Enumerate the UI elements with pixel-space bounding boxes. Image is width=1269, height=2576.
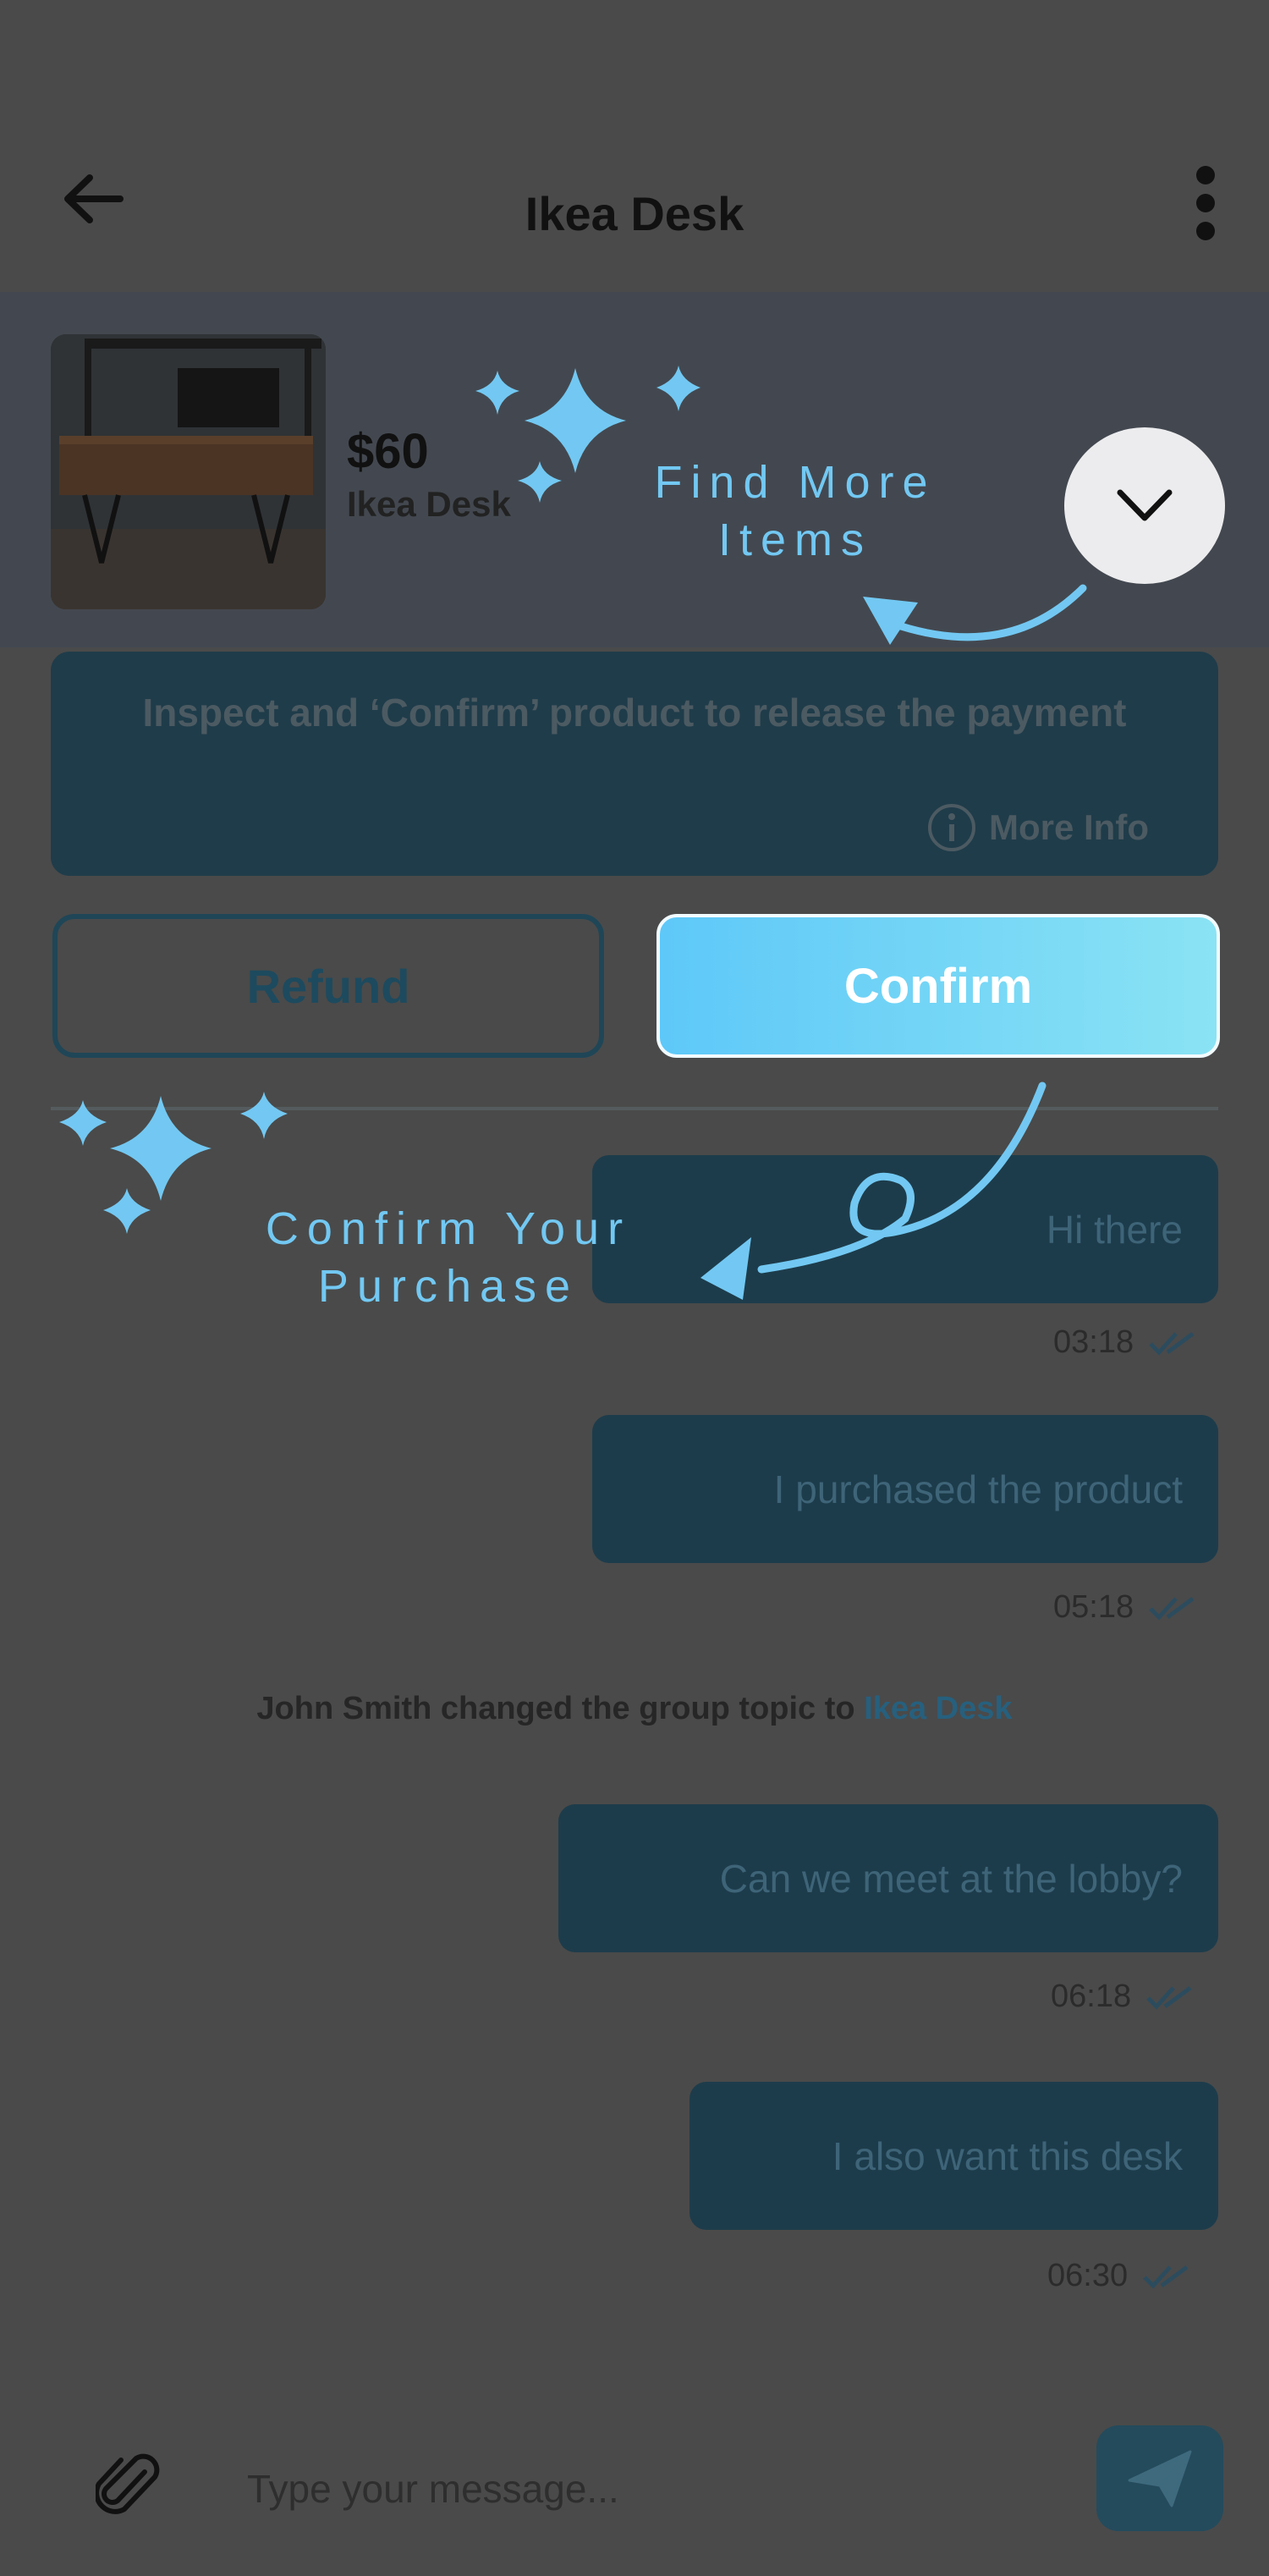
double-check-icon xyxy=(1149,1331,1195,1356)
message-time: 06:18 xyxy=(1051,1979,1132,2014)
message-meta: 05:18 xyxy=(1053,1589,1195,1626)
callout-line: Find More xyxy=(654,457,937,508)
system-message-topic[interactable]: Ikea Desk xyxy=(864,1691,1012,1726)
message-bubble[interactable]: Hi there xyxy=(592,1155,1218,1303)
info-text: Inspect and ‘Confirm’ product to release… xyxy=(142,691,1127,735)
message-bubble[interactable]: I purchased the product xyxy=(592,1415,1218,1563)
confirm-callout: Confirm Your Purchase xyxy=(228,1200,668,1315)
double-check-icon xyxy=(1146,1985,1192,2010)
attach-button[interactable] xyxy=(91,2444,168,2529)
message-text: I also want this desk xyxy=(832,2133,1183,2178)
double-check-icon xyxy=(1149,1596,1195,1621)
callout-line: Items xyxy=(717,515,873,565)
message-text: Can we meet at the lobby? xyxy=(719,1856,1183,1901)
message-time: 03:18 xyxy=(1053,1324,1134,1360)
sparkle-icon xyxy=(103,1188,151,1234)
message-bubble[interactable]: Can we meet at the lobby? xyxy=(558,1804,1218,1952)
page-title: Ikea Desk xyxy=(525,187,744,240)
paperclip-icon xyxy=(96,2453,160,2514)
callout-line: Confirm Your xyxy=(265,1203,632,1254)
refund-button[interactable]: Refund xyxy=(52,914,604,1058)
desk-photo-icon xyxy=(51,334,326,609)
expand-button[interactable] xyxy=(1064,427,1225,584)
sparkle-icon xyxy=(110,1096,212,1201)
kebab-menu-icon xyxy=(1196,166,1215,240)
message-meta: 06:30 xyxy=(1047,2258,1189,2294)
double-check-icon xyxy=(1143,2265,1189,2289)
arrow-left-icon xyxy=(64,174,124,223)
more-options-button[interactable] xyxy=(1176,161,1235,245)
send-icon xyxy=(1128,2450,1192,2507)
divider xyxy=(51,1107,1218,1110)
chevron-down-icon xyxy=(1117,489,1173,520)
find-more-callout: Find More Items xyxy=(609,454,981,569)
send-button[interactable] xyxy=(1096,2425,1223,2531)
message-text: Hi there xyxy=(1046,1207,1183,1252)
message-bubble[interactable]: I also want this desk xyxy=(689,2082,1218,2230)
product-name: Ikea Desk xyxy=(347,484,511,524)
system-message: John Smith changed the group topic to Ik… xyxy=(0,1691,1269,1727)
more-info-link[interactable]: More Info xyxy=(926,802,1149,853)
back-button[interactable] xyxy=(51,161,135,237)
confirm-button[interactable]: Confirm xyxy=(656,914,1220,1058)
message-text: I purchased the product xyxy=(773,1467,1183,1511)
sparkle-icon xyxy=(240,1092,288,1139)
callout-line: Purchase xyxy=(317,1261,580,1312)
info-icon xyxy=(928,804,975,851)
more-info-label: More Info xyxy=(989,807,1149,847)
app-header xyxy=(0,0,1269,292)
message-meta: 03:18 xyxy=(1053,1324,1195,1361)
product-price: $60 xyxy=(347,424,429,479)
message-meta: 06:18 xyxy=(1051,1979,1192,2015)
message-time: 06:30 xyxy=(1047,2258,1129,2293)
system-message-text: John Smith changed the group topic to xyxy=(256,1691,865,1726)
product-image[interactable] xyxy=(51,334,326,609)
message-time: 05:18 xyxy=(1053,1589,1134,1625)
message-input[interactable] xyxy=(245,2454,1052,2524)
